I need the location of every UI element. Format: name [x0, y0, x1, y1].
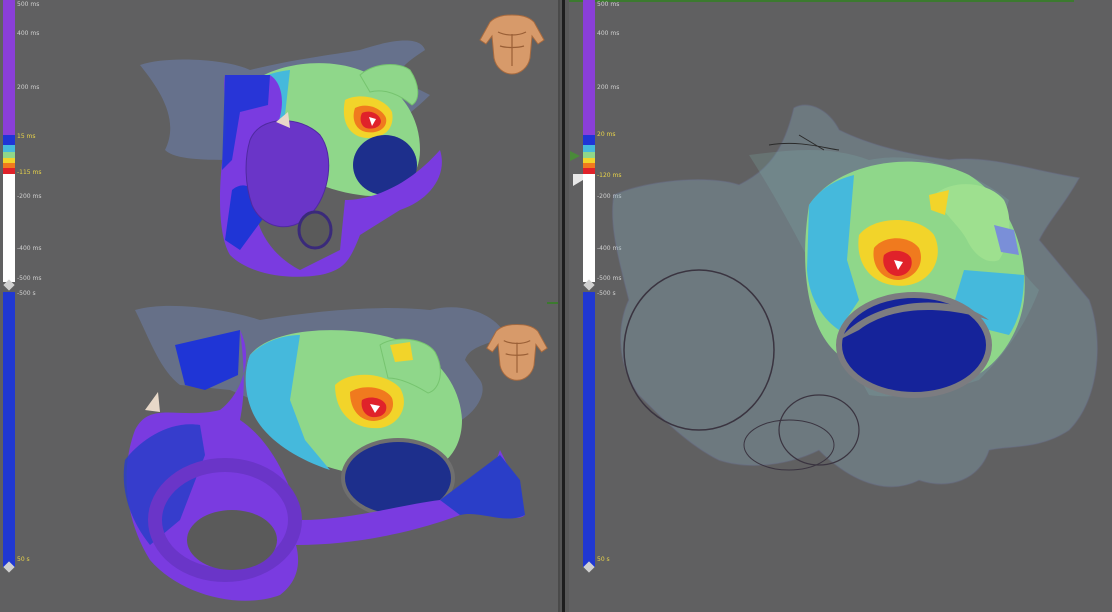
torso-orientation-icon[interactable] [483, 318, 551, 384]
view-splitter[interactable] [558, 0, 569, 612]
activation-map-right[interactable] [569, 0, 1112, 612]
left-3d-map-view[interactable]: 500 ms 400 ms 200 ms 15 ms -115 ms -200 … [0, 0, 558, 612]
vein-ostium-top [297, 210, 333, 250]
vein-ostium-bottom [187, 510, 277, 570]
torso-orientation-icon[interactable] [476, 10, 548, 76]
view-divider-marker [547, 302, 558, 304]
catheter-tip-bottom [145, 392, 160, 412]
right-3d-map-view[interactable]: 500 ms 400 ms 200 ms 20 ms -120 ms -200 … [569, 0, 1112, 612]
activation-map-top[interactable] [0, 0, 558, 612]
